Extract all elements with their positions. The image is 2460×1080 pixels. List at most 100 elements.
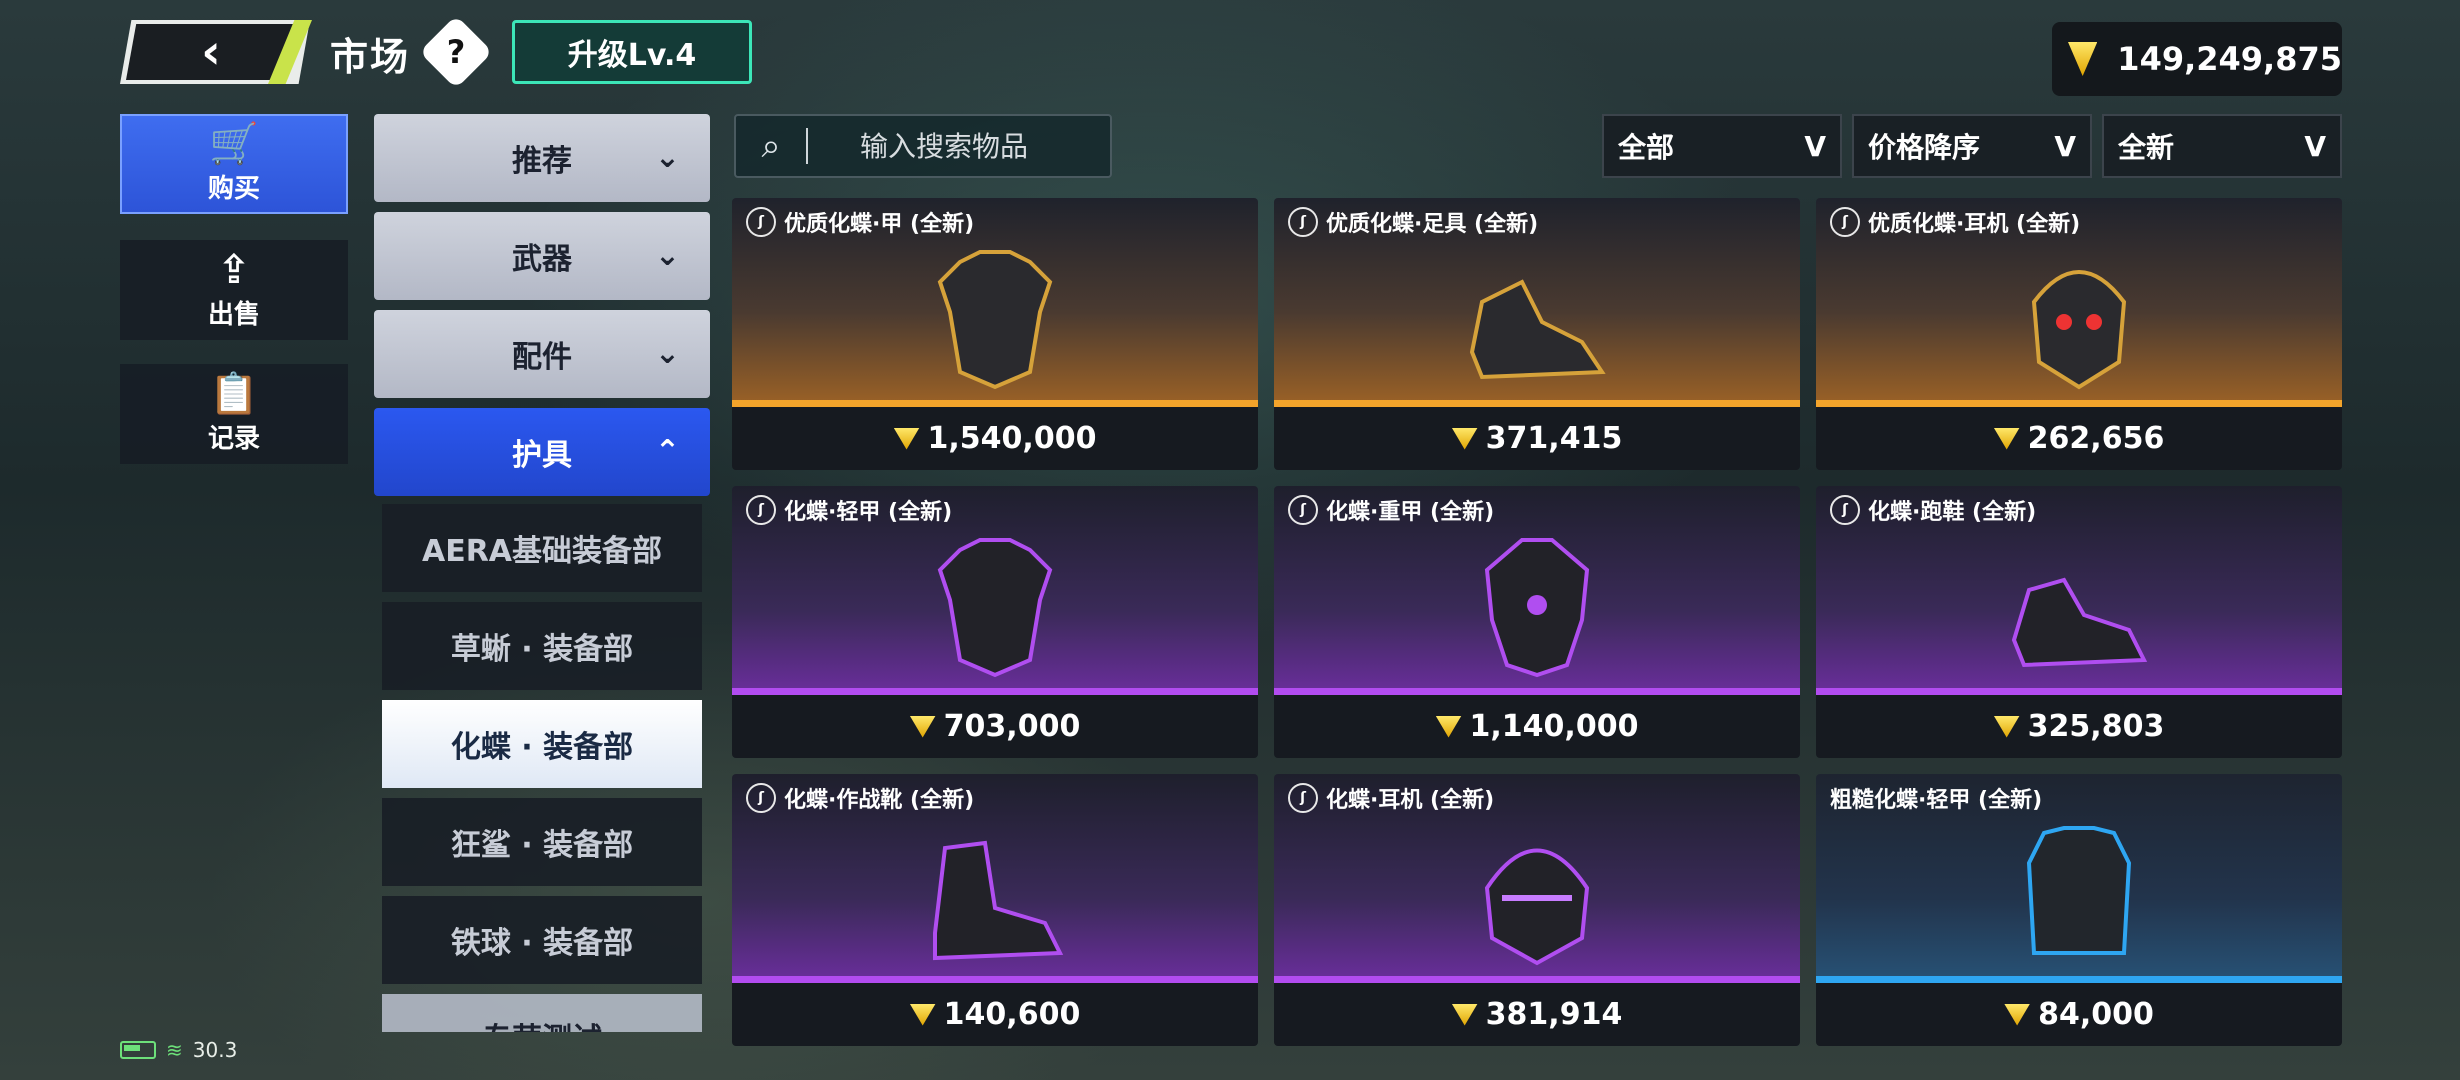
brand-icon: ʃ [746, 207, 776, 237]
nav-records[interactable]: 📋 记录 [120, 364, 348, 464]
boots-icon [1469, 279, 1606, 380]
currency-amount: 149,249,875 [2117, 40, 2342, 78]
brand-icon: ʃ [746, 495, 776, 525]
search-box[interactable]: ⌕ [734, 114, 1112, 178]
item-name: ʃ 化蝶·重甲 (全新) [1288, 494, 1494, 526]
gem-icon [1451, 427, 1478, 450]
brand-icon: ʃ [1288, 783, 1318, 813]
category-attachments[interactable]: 配件 ⌄ [374, 310, 710, 398]
item-card[interactable]: 粗糙化蝶·轻甲 (全新) 84,000 [1816, 774, 2342, 1046]
category-label: 武器 [512, 242, 572, 277]
brand-icon: ʃ [1830, 495, 1860, 525]
brand-icon: ʃ [1830, 207, 1860, 237]
chevron-down-icon: ⌄ [654, 336, 680, 371]
cart-icon: 🛒 [209, 120, 259, 167]
rarity-bar [1274, 976, 1800, 983]
filter-label: 价格降序 [1868, 131, 1981, 164]
filter-label: 全新 [2118, 131, 2175, 164]
gem-icon [1451, 1003, 1478, 1026]
item-name: ʃ 优质化蝶·足具 (全新) [1288, 206, 1538, 238]
nav-sell-label: 出售 [207, 299, 260, 330]
heavy-armor-icon [1484, 538, 1590, 678]
item-name: ʃ 优质化蝶·耳机 (全新) [1830, 206, 2080, 238]
shoes-icon [2011, 577, 2148, 668]
subcategory-aera[interactable]: AERA基础装备部 [382, 504, 702, 592]
category-label: 配件 [512, 340, 572, 375]
fps-readout: 30.3 [192, 1038, 238, 1062]
help-icon[interactable]: ? [430, 26, 482, 78]
rarity-bar [732, 688, 1258, 695]
chevron-down-icon: ⌄ [654, 238, 680, 273]
combat-boots-icon [933, 840, 1064, 961]
gem-icon [909, 715, 936, 738]
category-label: 推荐 [512, 144, 572, 179]
filter-sort[interactable]: 价格降序 V [1852, 114, 2092, 178]
item-name: ʃ 化蝶·轻甲 (全新) [746, 494, 952, 526]
subcategory-tieqiu[interactable]: 铁球 · 装备部 [382, 896, 702, 984]
filter-condition[interactable]: 全新 V [2102, 114, 2342, 178]
subcategory-caoxi[interactable]: 草蜥 · 装备部 [382, 602, 702, 690]
gem-icon [2004, 1003, 2031, 1026]
rarity-bar [732, 400, 1258, 407]
item-price: 381,914 [1274, 983, 1800, 1046]
category-label: 护具 [512, 438, 572, 473]
subcategory-kuangsha[interactable]: 狂鲨 · 装备部 [382, 798, 702, 886]
item-card[interactable]: ʃ 化蝶·跑鞋 (全新) 325,803 [1816, 486, 2342, 758]
item-price: 262,656 [1816, 407, 2342, 470]
item-name: ʃ 化蝶·跑鞋 (全新) [1830, 494, 2036, 526]
subcategory-test[interactable]: 专营测试 [382, 994, 702, 1032]
item-card[interactable]: ʃ 化蝶·轻甲 (全新) 703,000 [732, 486, 1258, 758]
subcategory-huadie[interactable]: 化蝶 · 装备部 [382, 700, 702, 788]
upload-icon: ⇪ [217, 246, 251, 293]
item-name: ʃ 化蝶·作战靴 (全新) [746, 782, 974, 814]
search-input[interactable] [858, 128, 1082, 164]
item-price: 84,000 [1816, 983, 2342, 1046]
item-card[interactable]: ʃ 化蝶·重甲 (全新) 1,140,000 [1274, 486, 1800, 758]
search-divider [806, 128, 808, 164]
item-card[interactable]: ʃ 优质化蝶·甲 (全新) 1,540,000 [732, 198, 1258, 470]
item-card[interactable]: ʃ 优质化蝶·足具 (全新) 371,415 [1274, 198, 1800, 470]
chevron-up-icon: ⌃ [654, 434, 680, 469]
nav-sell[interactable]: ⇪ 出售 [120, 240, 348, 340]
rarity-bar [1816, 976, 2342, 983]
status-bar: ≋ 30.3 [120, 1038, 237, 1062]
rarity-bar [1274, 400, 1800, 407]
gem-icon [893, 427, 920, 450]
brand-icon: ʃ [1288, 495, 1318, 525]
item-price: 140,600 [732, 983, 1258, 1046]
filter-type[interactable]: 全部 V [1602, 114, 1842, 178]
gem-icon [909, 1003, 936, 1026]
clipboard-icon: 📋 [209, 370, 259, 417]
category-armor[interactable]: 护具 ⌃ [374, 408, 710, 496]
search-icon: ⌕ [761, 126, 781, 166]
nav-buy[interactable]: 🛒 购买 [120, 114, 348, 214]
rarity-bar [1816, 688, 2342, 695]
item-price: 325,803 [1816, 695, 2342, 758]
armor-vest-icon [937, 538, 1053, 678]
item-card[interactable]: ʃ 化蝶·作战靴 (全新) 140,600 [732, 774, 1258, 1046]
brand-icon: ʃ [746, 783, 776, 813]
item-card[interactable]: ʃ 化蝶·耳机 (全新) 381,914 [1274, 774, 1800, 1046]
light-vest-icon [2026, 826, 2132, 955]
battery-icon [120, 1041, 156, 1059]
rarity-bar [732, 976, 1258, 983]
item-card[interactable]: ʃ 优质化蝶·耳机 (全新) 262,656 [1816, 198, 2342, 470]
helmet-icon [1484, 848, 1590, 966]
upgrade-level-button[interactable]: 升级Lv.4 [512, 20, 752, 84]
item-name: ʃ 优质化蝶·甲 (全新) [746, 206, 974, 238]
chevron-down-icon: ⌄ [654, 140, 680, 175]
filter-label: 全部 [1618, 131, 1675, 164]
chevron-down-icon: V [2304, 130, 2326, 163]
back-button[interactable]: ‹ [126, 24, 296, 80]
brand-icon: ʃ [1288, 207, 1318, 237]
item-name: ʃ 化蝶·耳机 (全新) [1288, 782, 1494, 814]
nav-records-label: 记录 [207, 423, 260, 454]
category-weapons[interactable]: 武器 ⌄ [374, 212, 710, 300]
back-arrow-icon: ‹ [201, 24, 221, 80]
currency-display: 149,249,875 [2052, 22, 2342, 96]
rarity-bar [1274, 688, 1800, 695]
helmet-icon [2031, 270, 2127, 390]
category-recommended[interactable]: 推荐 ⌄ [374, 114, 710, 202]
wifi-icon: ≋ [166, 1038, 183, 1062]
page-title: 市场 [330, 35, 411, 79]
